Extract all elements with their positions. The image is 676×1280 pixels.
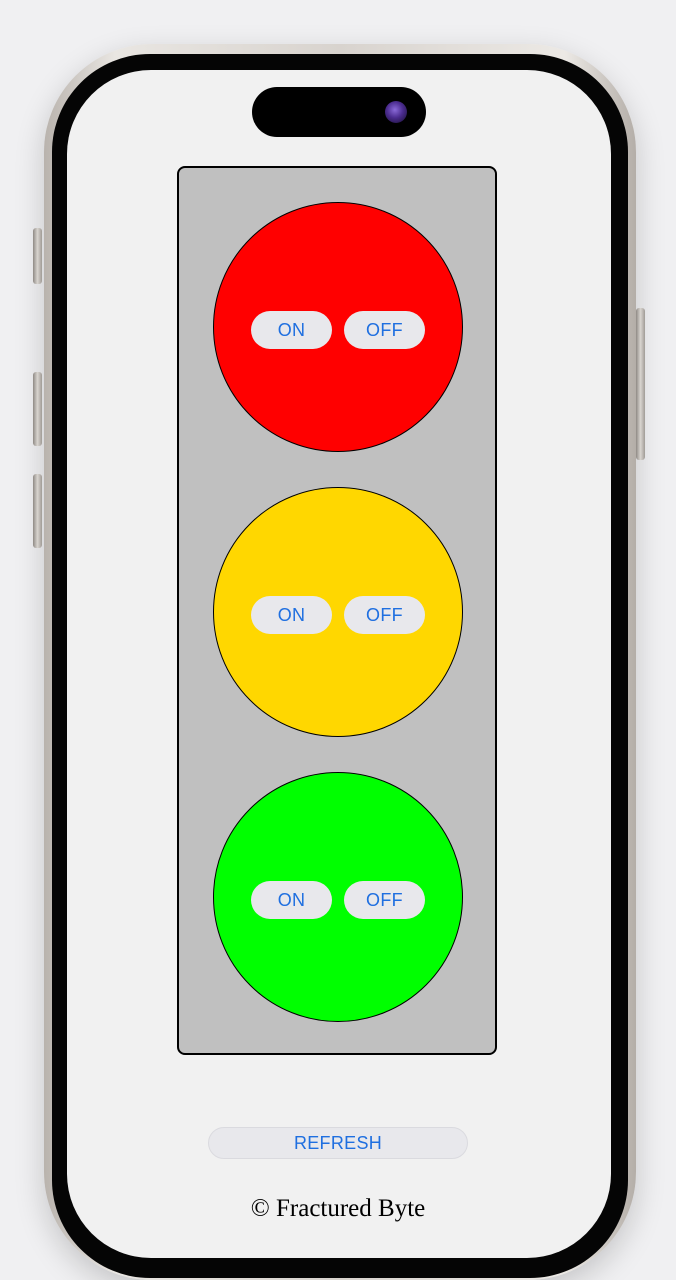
red-off-button[interactable]: OFF [344, 311, 425, 349]
yellow-light: ON OFF [213, 487, 463, 737]
action-button [33, 228, 42, 284]
power-button [636, 308, 645, 460]
volume-down-button [33, 474, 42, 548]
red-light: ON OFF [213, 202, 463, 452]
green-light: ON OFF [213, 772, 463, 1022]
yellow-off-button[interactable]: OFF [344, 596, 425, 634]
green-on-button[interactable]: ON [251, 881, 332, 919]
refresh-button[interactable]: REFRESH [208, 1127, 468, 1159]
green-off-button[interactable]: OFF [344, 881, 425, 919]
yellow-on-button[interactable]: ON [251, 596, 332, 634]
volume-up-button [33, 372, 42, 446]
camera-icon [385, 101, 407, 123]
red-on-button[interactable]: ON [251, 311, 332, 349]
footer-copyright: © Fractured Byte [250, 1195, 426, 1222]
